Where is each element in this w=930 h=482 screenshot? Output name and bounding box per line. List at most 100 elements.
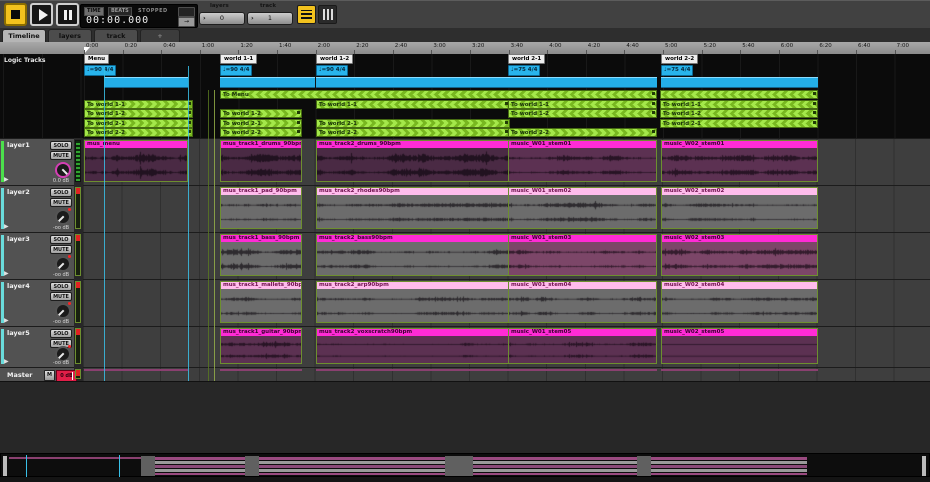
layer-play-arrow[interactable]: ▶ xyxy=(4,176,9,183)
audio-clip[interactable]: music_W02_stem01 xyxy=(661,140,818,182)
transition-block[interactable]: To world 2-2 xyxy=(316,128,510,137)
transition-block[interactable]: To world 1-2 xyxy=(508,109,657,118)
tempo-marker[interactable]: ♩=75 4/4 xyxy=(661,65,693,76)
section-loop-bar[interactable] xyxy=(316,77,510,88)
audio-clip[interactable]: mus_track2_drums_90bpm xyxy=(316,140,510,182)
audio-clip[interactable]: mus_track2_voxscratch90bpm xyxy=(316,328,510,364)
follow-playhead-button[interactable]: → xyxy=(178,17,195,27)
layer-play-arrow[interactable]: ▶ xyxy=(4,270,9,277)
layer-lane[interactable]: mus_track1_pad_90bpm mus_track2_rhodes90b… xyxy=(83,185,930,232)
transition-block[interactable]: To world 1-2 xyxy=(660,109,818,118)
tempo-marker[interactable]: ♩=75 4/4 xyxy=(508,65,540,76)
solo-button[interactable]: SOLO xyxy=(50,141,72,150)
solo-button[interactable]: SOLO xyxy=(50,235,72,244)
track-list-icon xyxy=(301,10,312,19)
layer-lane[interactable]: mus_track1_guitar_90bpm mus_track2_voxscr… xyxy=(83,326,930,367)
audio-clip[interactable]: music_W02_stem02 xyxy=(661,187,818,229)
master-lane[interactable] xyxy=(83,367,930,381)
tempo-marker[interactable]: ♩=90 4/4 xyxy=(220,65,252,76)
nav-view-handle[interactable] xyxy=(3,456,7,476)
transition-block[interactable]: To world 1-2 xyxy=(84,109,193,118)
transition-block[interactable]: To world 2-1 xyxy=(220,119,302,128)
audio-clip[interactable]: music_W02_stem05 xyxy=(661,328,818,364)
transition-block[interactable]: To world 2-2 xyxy=(84,128,193,137)
transition-block[interactable]: To world 1-1 xyxy=(84,100,193,109)
transition-block[interactable]: To world 1-1 xyxy=(660,100,818,109)
layer-play-arrow[interactable]: ▶ xyxy=(4,223,9,230)
transition-block[interactable]: To world 2-1 xyxy=(316,119,510,128)
layers-spinner[interactable]: › 0 xyxy=(199,12,245,25)
layer-lane[interactable]: mus_track1_mallets_90bpm mus_track2_arp90… xyxy=(83,279,930,326)
time-option-button[interactable] xyxy=(178,7,195,17)
play-button[interactable] xyxy=(30,3,53,26)
layer-lane[interactable]: mus_track1_bass_90bpm mus_track2_bass90bp… xyxy=(83,232,930,279)
audio-clip[interactable]: music_W01_stem04 xyxy=(508,281,657,323)
audio-clip[interactable]: mus_track1_drums_90bpm xyxy=(220,140,302,182)
master-mute-button[interactable]: M xyxy=(44,370,55,381)
tab-track[interactable]: track xyxy=(94,29,138,42)
transition-block[interactable]: To world 1-1 xyxy=(316,100,510,109)
nav-section-clips xyxy=(155,456,245,476)
audio-clip[interactable]: mus_track1_mallets_90bpm xyxy=(220,281,302,323)
transition-block[interactable]: To world 2-2 xyxy=(508,128,657,137)
audio-clip[interactable]: music_W02_stem04 xyxy=(661,281,818,323)
section-loop-bar[interactable] xyxy=(104,77,188,88)
audio-clip[interactable]: mus_track1_pad_90bpm xyxy=(220,187,302,229)
volume-knob[interactable] xyxy=(55,162,71,178)
timeline-marker[interactable]: Menu xyxy=(84,54,109,64)
volume-knob[interactable] xyxy=(55,303,71,319)
timeline-marker[interactable]: world 1-1 xyxy=(220,54,257,64)
mute-button[interactable]: MUTE xyxy=(50,245,72,254)
layer-play-arrow[interactable]: ▶ xyxy=(4,317,9,324)
solo-button[interactable]: SOLO xyxy=(50,329,72,338)
overview-navigator[interactable] xyxy=(0,453,930,477)
pause-button[interactable] xyxy=(56,3,79,26)
timeline-marker[interactable]: world 2-1 xyxy=(508,54,545,64)
tab-add[interactable]: + xyxy=(140,29,180,42)
transition-block[interactable]: To Menu xyxy=(220,90,657,99)
transition-block[interactable]: To world 2-2 xyxy=(220,128,302,137)
timeline-marker[interactable]: world 2-2 xyxy=(661,54,698,64)
volume-knob[interactable] xyxy=(55,209,71,225)
track-spinner[interactable]: › 1 xyxy=(247,12,293,25)
transition-block[interactable] xyxy=(660,90,818,99)
tab-layers[interactable]: layers xyxy=(48,29,92,42)
transition-block[interactable]: To world 1-2 xyxy=(220,109,302,118)
volume-knob[interactable] xyxy=(55,256,71,272)
tempo-marker[interactable]: ♩=90 4/4 xyxy=(84,65,116,76)
play-icon xyxy=(39,9,48,21)
layer-play-arrow[interactable]: ▶ xyxy=(4,358,9,365)
section-loop-bar[interactable] xyxy=(220,77,315,88)
audio-clip[interactable]: music_W01_stem02 xyxy=(508,187,657,229)
audio-clip[interactable]: mus_track2_bass90bpm xyxy=(316,234,510,276)
stop-button[interactable] xyxy=(4,3,27,26)
nav-view-handle[interactable] xyxy=(922,456,926,476)
transition-block[interactable]: To world 1-1 xyxy=(508,100,657,109)
list-view-button[interactable] xyxy=(297,5,316,24)
tab-timeline[interactable]: Timeline xyxy=(2,29,46,42)
transition-block[interactable]: To world 2-1 xyxy=(84,119,193,128)
transition-block[interactable]: To world 2-1 xyxy=(660,119,818,128)
audio-clip[interactable]: mus_track2_rhodes90bpm xyxy=(316,187,510,229)
solo-button[interactable]: SOLO xyxy=(50,282,72,291)
mute-button[interactable]: MUTE xyxy=(50,198,72,207)
audio-clip[interactable]: mus_menu xyxy=(84,140,188,182)
mixer-view-button[interactable] xyxy=(318,5,337,24)
tempo-marker[interactable]: ♩=90 4/4 xyxy=(316,65,348,76)
audio-clip[interactable]: mus_track1_bass_90bpm xyxy=(220,234,302,276)
ruler-tick-label: 4:20 xyxy=(588,43,600,49)
audio-clip[interactable]: music_W01_stem03 xyxy=(508,234,657,276)
solo-button[interactable]: SOLO xyxy=(50,188,72,197)
audio-clip[interactable]: music_W01_stem05 xyxy=(508,328,657,364)
mute-button[interactable]: MUTE xyxy=(50,151,72,160)
audio-clip[interactable]: mus_track2_arp90bpm xyxy=(316,281,510,323)
audio-clip[interactable]: music_W01_stem01 xyxy=(508,140,657,182)
mute-button[interactable]: MUTE xyxy=(50,292,72,301)
section-loop-bar[interactable] xyxy=(508,77,657,88)
layer-lane[interactable]: mus_menu mus_track1_drums_90bpm mus_track2… xyxy=(83,138,930,185)
audio-clip[interactable]: music_W02_stem03 xyxy=(661,234,818,276)
timeline-marker[interactable]: world 1-2 xyxy=(316,54,353,64)
section-loop-bar[interactable] xyxy=(661,77,818,88)
nav-clip-stripe xyxy=(651,457,807,460)
audio-clip[interactable]: mus_track1_guitar_90bpm xyxy=(220,328,302,364)
